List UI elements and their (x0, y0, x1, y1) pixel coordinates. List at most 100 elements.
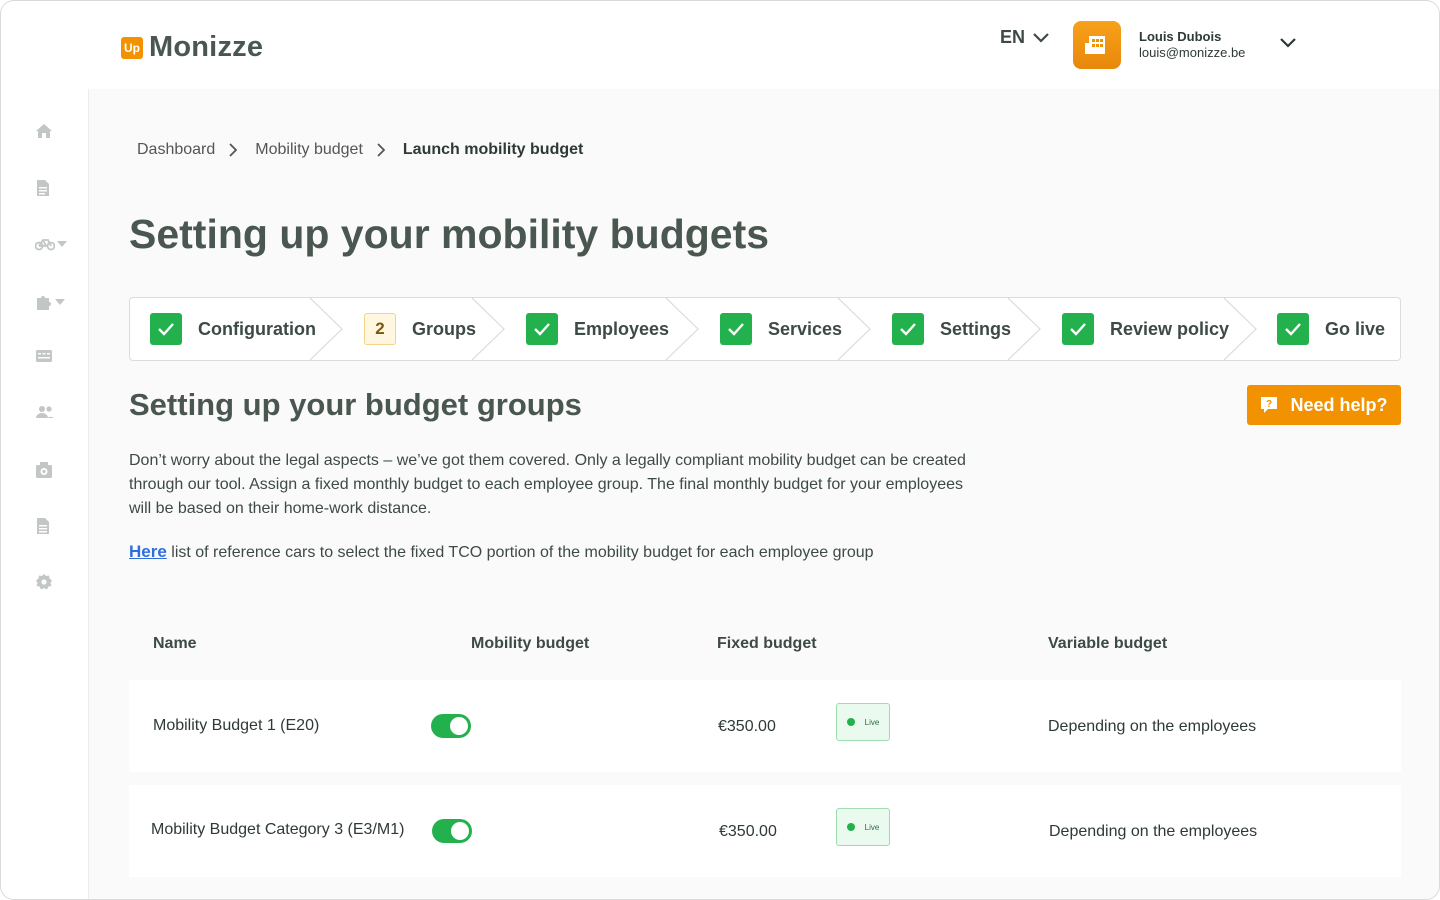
step-separator (1008, 298, 1041, 360)
sidebar-item-mobility[interactable] (35, 237, 67, 251)
status-label: Live (864, 822, 880, 832)
step-configuration[interactable]: Configuration (150, 298, 316, 360)
status-label: Live (864, 717, 880, 727)
step-label: Services (768, 318, 843, 339)
step-label: Employees (574, 318, 670, 339)
header-fixed-budget: Fixed budget (717, 635, 817, 652)
fixed-budget-value: €350.00 (719, 823, 777, 840)
caret-down-icon (57, 241, 67, 247)
reference-link[interactable]: Here (129, 542, 167, 561)
language-label: EN (1000, 27, 1026, 47)
page-title: Setting up your mobility budgets (129, 211, 770, 257)
reference-description: list of reference cars to select the fix… (166, 544, 874, 561)
logo-text: Monizze (149, 31, 264, 63)
users-icon (36, 406, 54, 418)
breadcrumb-current: Launch mobility budget (402, 141, 584, 158)
intro-text: Don’t worry about the legal aspects – we… (129, 452, 966, 517)
step-go-live[interactable]: Go live (1277, 298, 1385, 360)
step-separator (310, 298, 343, 360)
fixed-budget-value: €350.00 (718, 718, 776, 735)
sidebar-item-documents[interactable] (35, 179, 51, 197)
step-separator (838, 298, 871, 360)
header-name: Name (153, 635, 197, 652)
step-review-policy[interactable]: Review policy (1062, 298, 1229, 360)
progress-stepper: Configuration 2 Groups Employees Service… (129, 297, 1401, 361)
variable-budget-value: Depending on the employees (1049, 823, 1258, 840)
status-badge: Live (836, 808, 890, 846)
status-dot-icon (846, 718, 855, 726)
step-label: Review policy (1110, 318, 1230, 339)
step-separator (472, 298, 505, 360)
bike-icon (35, 239, 55, 251)
main-content: Dashboard Mobility budget Launch mobilit… (89, 89, 1439, 899)
sidebar-item-settings[interactable] (35, 573, 53, 591)
step-separator (1224, 298, 1257, 360)
need-help-button[interactable]: ? Need help? (1247, 385, 1401, 425)
step-settings[interactable]: Settings (892, 298, 1011, 360)
check-icon (526, 313, 558, 345)
breadcrumb-dashboard[interactable]: Dashboard (137, 141, 215, 159)
monizze-logo[interactable]: Up Monizze (121, 31, 263, 64)
chevron-down-icon (1033, 32, 1049, 43)
mobility-toggle[interactable] (432, 819, 472, 843)
user-name: Louis Dubois (1139, 29, 1222, 44)
user-email: louis@monizze.be (1139, 45, 1246, 60)
language-selector[interactable]: EN (1000, 27, 1049, 48)
step-label: Go live (1325, 318, 1386, 339)
building-icon (1085, 36, 1105, 54)
puzzle-icon (37, 296, 51, 310)
step-number: 2 (364, 313, 396, 345)
header-mobility-budget: Mobility budget (471, 635, 590, 652)
top-bar: Up Monizze EN Louis Dubois louis@monizze… (1, 1, 1439, 89)
step-label: Configuration (198, 318, 316, 339)
check-icon (1062, 313, 1094, 345)
caret-down-icon (55, 299, 65, 305)
document-icon (37, 180, 49, 196)
help-chat-icon: ? (1261, 397, 1278, 413)
step-groups[interactable]: 2 Groups (364, 298, 476, 360)
step-label: Groups (412, 318, 477, 339)
chevron-down-icon[interactable] (1279, 37, 1297, 49)
table-row[interactable]: Mobility Budget Category 3 (E3/M1) €350.… (129, 785, 1401, 877)
check-icon (1277, 313, 1309, 345)
money-icon (36, 462, 52, 478)
status-badge: Live (836, 703, 890, 741)
sidebar-item-reports[interactable] (35, 517, 51, 535)
header-variable-budget: Variable budget (1048, 635, 1168, 652)
group-name: Mobility Budget 1 (E20) (153, 717, 320, 734)
chevron-right-icon (377, 143, 385, 157)
company-avatar[interactable] (1073, 21, 1121, 69)
app-window: Up Monizze EN Louis Dubois louis@monizze… (0, 0, 1440, 900)
chevron-right-icon (229, 143, 238, 157)
sidebar-item-cards[interactable] (35, 349, 53, 363)
step-employees[interactable]: Employees (526, 298, 669, 360)
section-title: Setting up your budget groups (129, 387, 582, 422)
table-row[interactable]: Mobility Budget 1 (E20) €350.00 Live Dep… (129, 680, 1401, 772)
need-help-label: Need help? (1290, 394, 1388, 415)
card-icon (36, 350, 52, 362)
sidebar (1, 89, 89, 899)
check-icon (892, 313, 924, 345)
report-icon (37, 518, 49, 534)
gear-icon (36, 574, 52, 590)
step-label: Settings (940, 318, 1012, 339)
variable-budget-value: Depending on the employees (1048, 718, 1257, 735)
sidebar-item-services[interactable] (35, 293, 65, 311)
user-info[interactable]: Louis Dubois louis@monizze.be (1139, 29, 1245, 60)
step-separator (666, 298, 699, 360)
group-name: Mobility Budget Category 3 (E3/M1) (151, 821, 405, 838)
check-icon (150, 313, 182, 345)
status-dot-icon (846, 823, 855, 831)
check-icon (720, 313, 752, 345)
breadcrumb-mobility-budget[interactable]: Mobility budget (255, 141, 363, 159)
logo-badge: Up (121, 36, 143, 59)
home-icon (36, 124, 52, 138)
mobility-toggle[interactable] (431, 714, 471, 738)
reference-text: Here list of reference cars to select th… (129, 542, 874, 562)
step-services[interactable]: Services (720, 298, 842, 360)
svg-text:?: ? (1266, 399, 1272, 410)
breadcrumb: Dashboard Mobility budget Launch mobilit… (137, 141, 583, 159)
sidebar-item-payments[interactable] (35, 461, 53, 479)
sidebar-item-employees[interactable] (35, 405, 55, 419)
sidebar-item-home[interactable] (35, 123, 53, 139)
